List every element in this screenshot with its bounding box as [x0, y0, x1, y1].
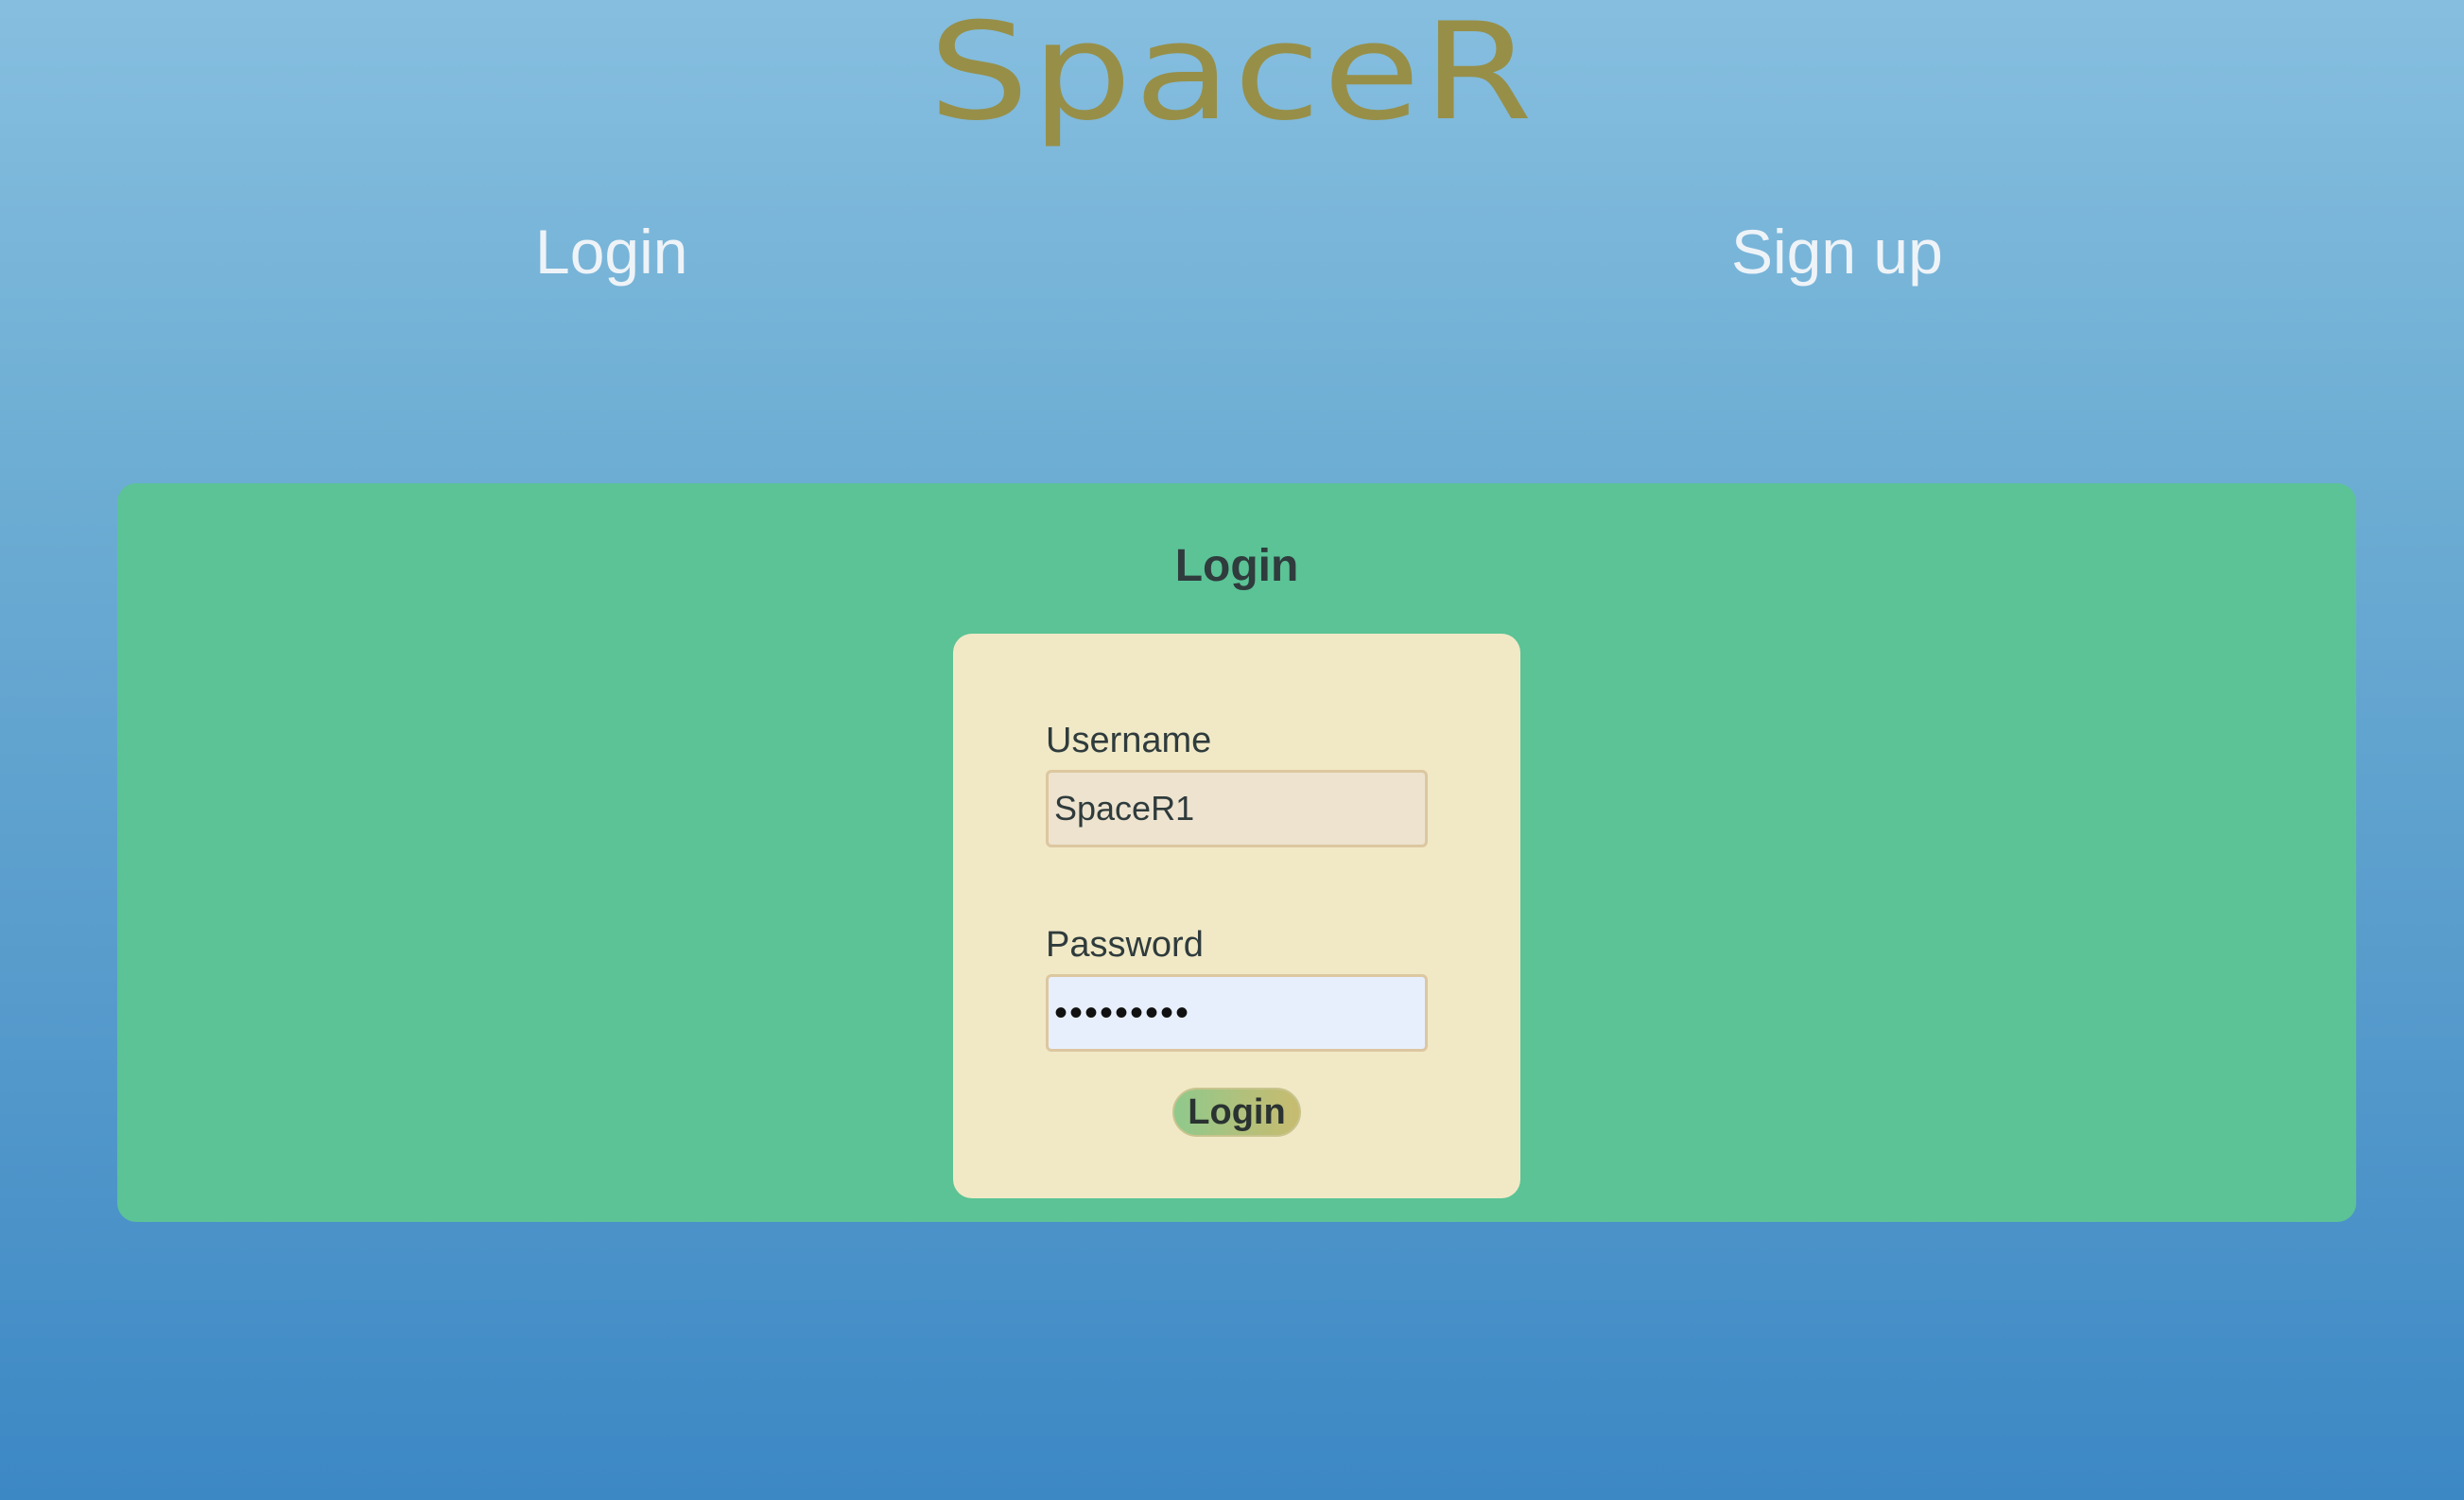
- nav-signup-link[interactable]: Sign up: [1731, 216, 1943, 288]
- logo-text: SpaceR: [928, 0, 1536, 150]
- username-input[interactable]: [1046, 770, 1428, 847]
- top-nav: Login Sign up: [0, 216, 2464, 310]
- username-label: Username: [1046, 721, 1212, 760]
- login-panel-title: Login: [1174, 541, 1299, 591]
- login-panel: Login Username Password Login: [117, 483, 2356, 1222]
- login-form: Username Password Login: [953, 634, 1520, 1198]
- login-button[interactable]: Login: [1172, 1088, 1301, 1137]
- logo: SpaceR: [0, 0, 2464, 161]
- password-label: Password: [1046, 925, 1204, 965]
- nav-login-link[interactable]: Login: [535, 216, 688, 288]
- password-input[interactable]: [1046, 974, 1428, 1052]
